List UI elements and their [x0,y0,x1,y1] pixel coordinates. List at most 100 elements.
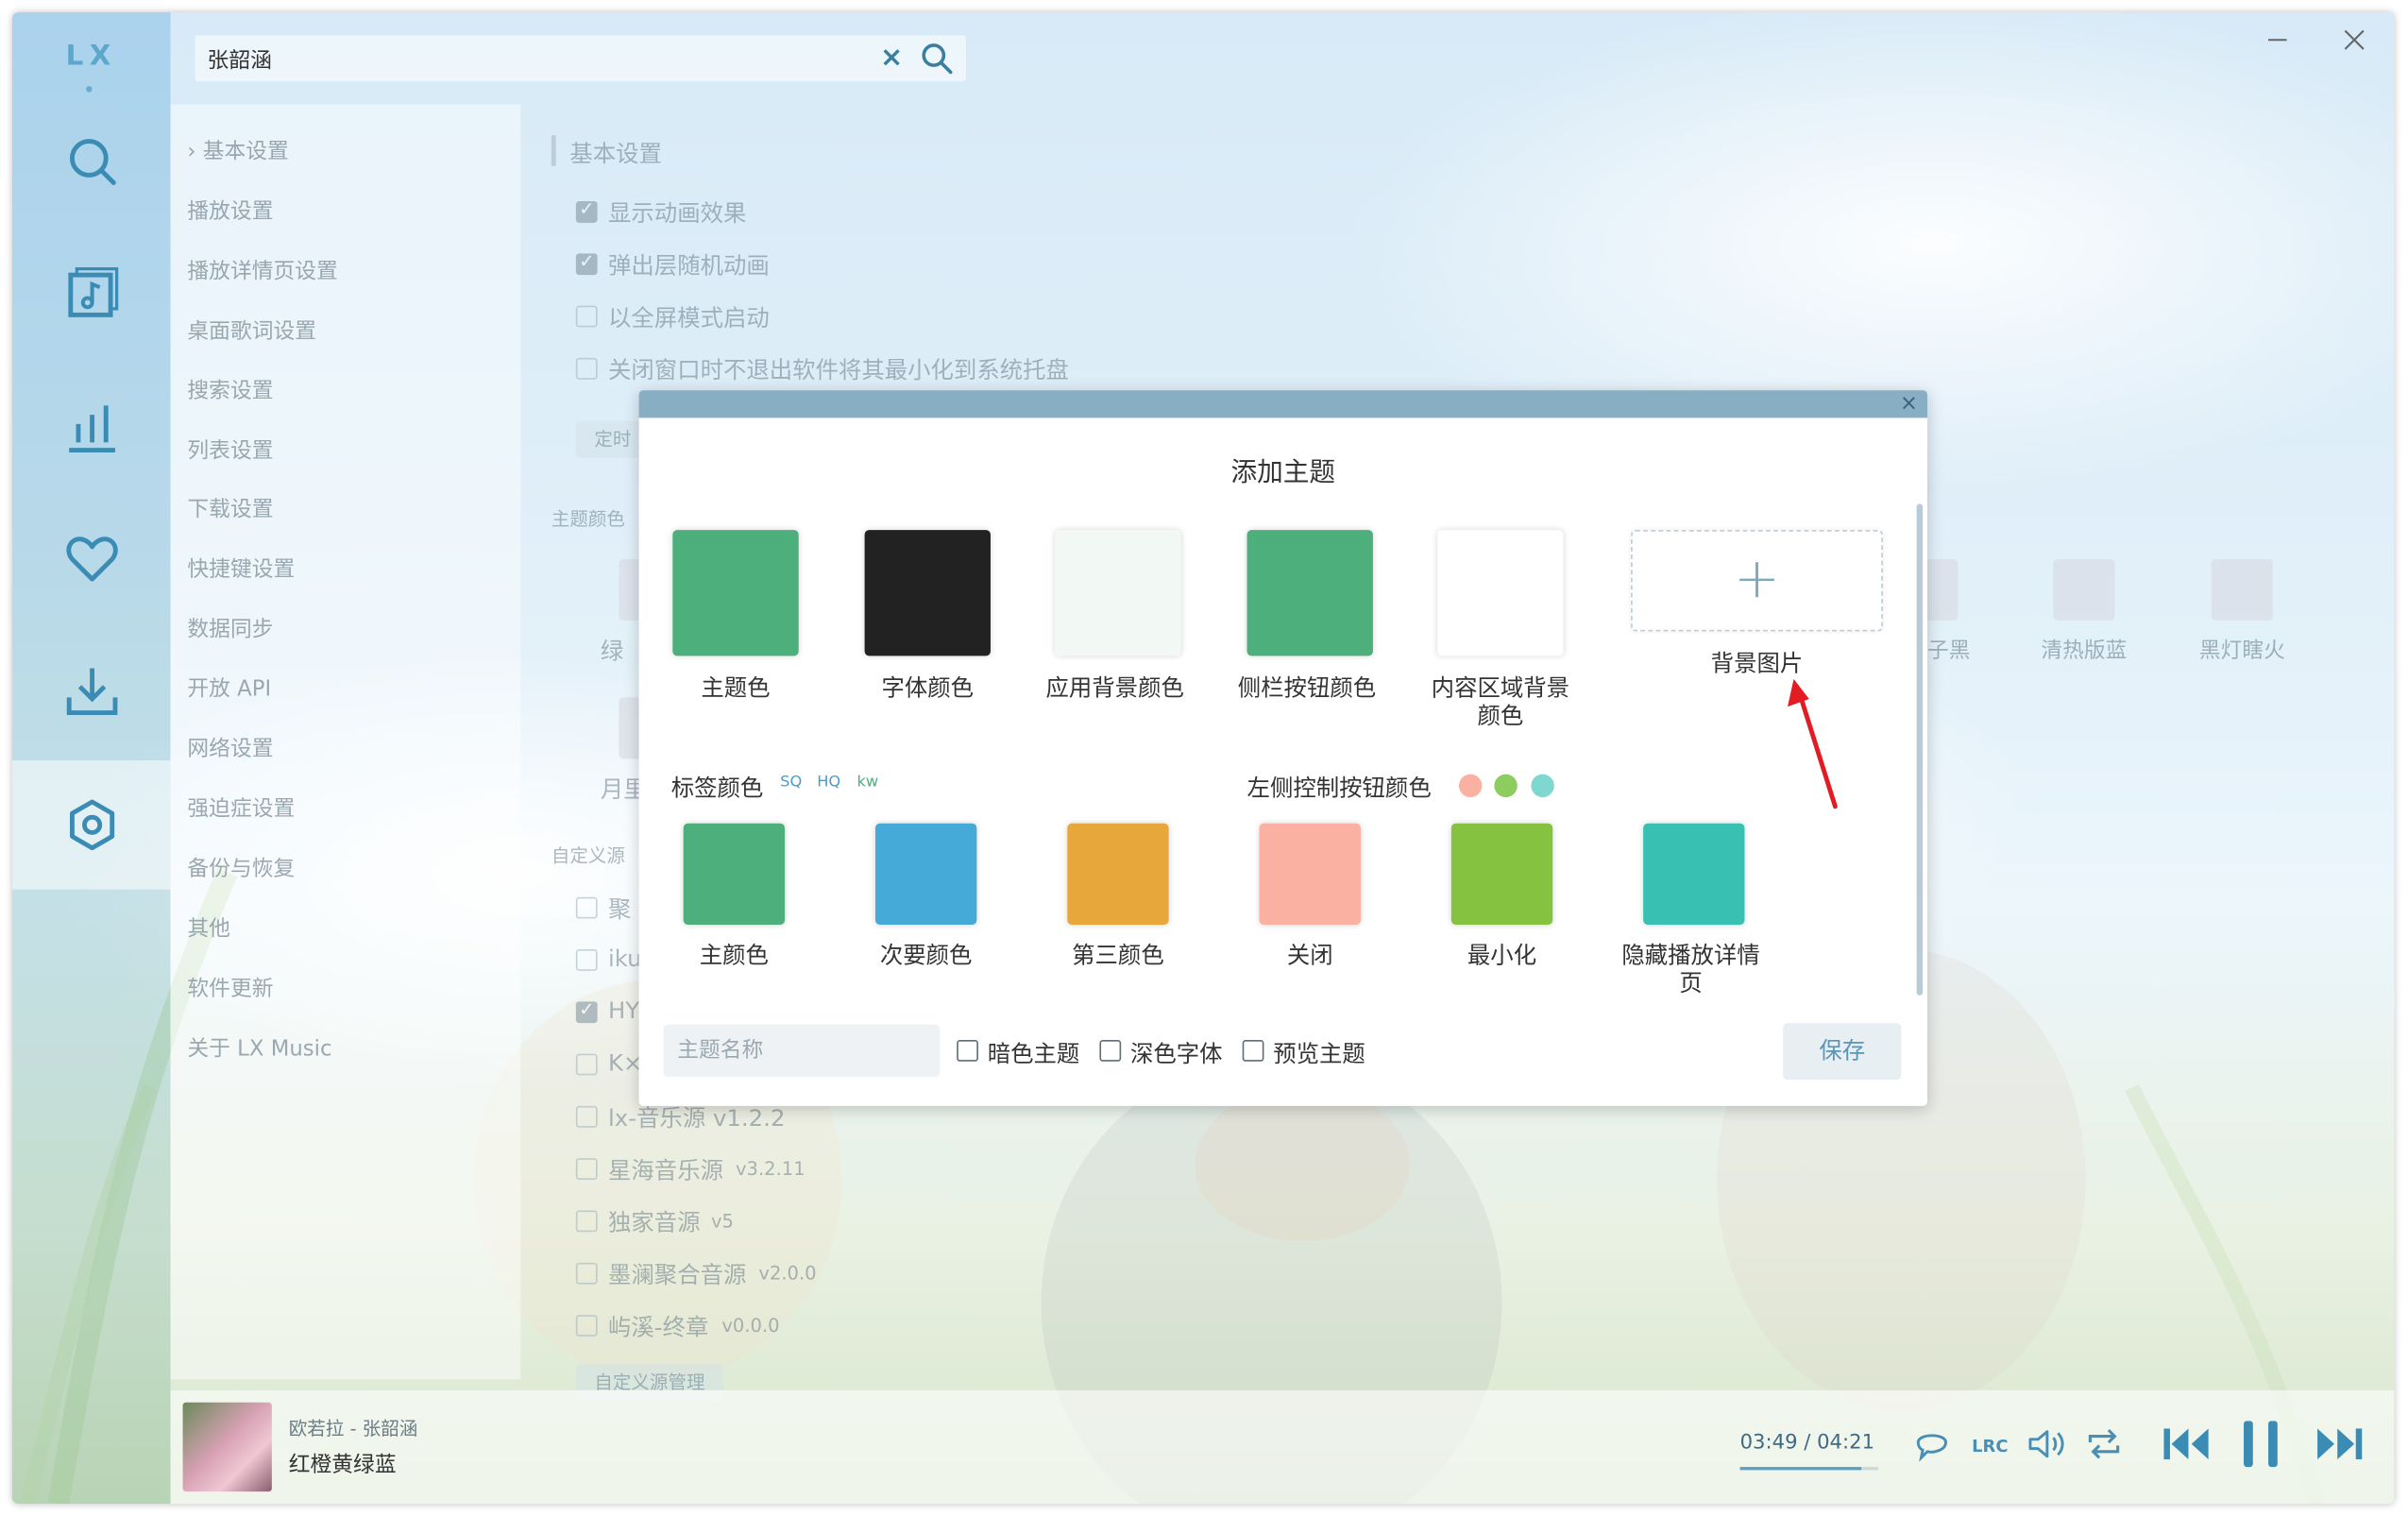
dialog-scrollbar[interactable] [1916,503,1924,996]
source-checkbox[interactable] [575,1315,598,1337]
checkbox-label: 深色字体 [1129,1040,1223,1068]
minimize-color-swatch[interactable] [1450,823,1553,926]
search-input[interactable]: 张韶涵 [208,44,272,76]
option-label: 显示动画效果 [608,199,747,228]
option-label: 关闭窗口时不退出软件将其最小化到系统托盘 [608,356,1069,384]
source-label: 屿溪-终章 [608,1313,709,1341]
settings-nav: › 基本设置 播放设置 播放详情页设置 桌面歌词设置 搜索设置 列表设置 下载设… [170,104,521,1380]
volume-icon[interactable] [2026,1424,2065,1464]
settings-nav-item[interactable]: › 基本设置 [187,135,288,166]
source-checkbox[interactable] [575,1105,598,1128]
option-checkbox[interactable] [575,305,598,328]
dialog-header [638,390,1928,418]
search-icon[interactable] [920,42,954,76]
checkbox-label: 暗色主题 [987,1040,1080,1068]
left-rail: LX [12,12,171,1505]
source-checkbox[interactable] [575,949,598,971]
settings-nav-item[interactable]: 开放 API [187,673,271,704]
add-theme-dialog: × 添加主题 主题色 字体颜色 应用背景颜色 侧栏按钮颜色 内容区域背景颜色 +… [638,390,1928,1106]
settings-nav-item[interactable]: 关于 LX Music [187,1032,331,1064]
control-color-label: 左侧控制按钮颜色 [1246,774,1432,802]
swatch-label: 字体颜色 [881,673,975,703]
source-label: HY [608,996,640,1025]
close-color-swatch[interactable] [1259,823,1361,926]
comment-icon[interactable] [1912,1424,1952,1464]
app-background-swatch[interactable] [1055,530,1181,656]
option-checkbox[interactable] [575,357,598,380]
settings-nav-item[interactable]: 网络设置 [187,733,273,764]
previous-icon[interactable] [2161,1421,2213,1467]
swatch-label: 背景图片 [1710,649,1804,678]
source-checkbox[interactable] [575,998,598,1024]
dark-theme-checkbox[interactable] [957,1040,978,1062]
settings-nav-item[interactable]: 快捷键设置 [187,553,295,584]
settings-nav-item[interactable]: 列表设置 [187,434,273,466]
theme-section-label: 主题颜色 [551,508,625,531]
swatch-label: 侧栏按钮颜色 [1237,673,1377,703]
dark-font-checkbox[interactable] [1099,1040,1122,1062]
swatch-label: 隐藏播放详情页 [1621,941,1760,997]
source-checkbox[interactable] [575,1158,598,1180]
source-checkbox[interactable] [575,896,598,919]
repeat-icon[interactable] [2084,1424,2124,1464]
close-icon[interactable] [2339,25,2370,56]
close-icon[interactable]: × [1896,392,1921,417]
rail-download-button[interactable] [12,627,171,757]
theme-color-swatch[interactable] [672,530,799,656]
settings-nav-item[interactable]: 播放详情页设置 [187,255,337,286]
album-cover[interactable] [182,1402,272,1492]
content-background-swatch[interactable] [1437,530,1564,656]
control-dot-hide [1531,774,1554,798]
rail-songlist-button[interactable] [12,229,171,358]
music-square-icon [67,266,118,317]
settings-nav-item[interactable]: 其他 [187,912,230,944]
source-label: 独家音源 [608,1208,701,1237]
secondary-color-swatch[interactable] [874,823,977,926]
minimize-icon[interactable] [2263,25,2294,56]
rail-leaderboard-button[interactable] [12,363,171,492]
progress-bar[interactable] [1739,1467,1878,1471]
font-color-swatch[interactable] [864,530,991,656]
lyrics-icon[interactable]: LRC [1969,1424,2009,1464]
track-artist: 欧若拉 - 张韶涵 [288,1418,418,1439]
settings-nav-item[interactable]: 数据同步 [187,613,273,644]
search-box[interactable]: 张韶涵 × [195,35,966,82]
control-dot-close [1458,774,1483,798]
settings-nav-item[interactable]: 软件更新 [187,972,273,1003]
background-image-picker[interactable]: + [1631,530,1883,632]
rail-favorites-button[interactable] [12,495,171,624]
theme-name-input[interactable] [663,1024,941,1078]
primary-color-swatch[interactable] [683,823,786,926]
option-checkbox[interactable] [575,198,598,223]
rail-settings-button[interactable] [12,760,171,890]
source-version: v2.0.0 [758,1262,817,1285]
settings-nav-item[interactable]: 下载设置 [187,493,273,524]
settings-nav-item[interactable]: 搜索设置 [187,375,273,406]
source-label: iku [608,945,642,973]
preview-theme-checkbox[interactable] [1242,1040,1264,1062]
progress-fill [1739,1467,1861,1471]
source-checkbox[interactable] [575,1053,598,1076]
plus-icon: + [1733,548,1781,612]
tertiary-color-swatch[interactable] [1067,823,1169,926]
settings-nav-item[interactable]: 备份与恢复 [187,853,295,884]
pause-icon[interactable] [2238,1418,2284,1470]
theme-label: 清热版蓝 [2041,639,2128,664]
settings-nav-item[interactable]: 强迫症设置 [187,792,295,824]
settings-nav-item[interactable]: 播放设置 [187,196,273,227]
save-button[interactable]: 保存 [1783,1023,1902,1081]
rail-search-button[interactable] [12,96,171,226]
hide-detail-color-swatch[interactable] [1643,823,1745,926]
next-icon[interactable] [2313,1421,2365,1467]
sidebar-button-swatch[interactable] [1246,530,1373,656]
theme-swatch[interactable] [2053,558,2115,622]
option-checkbox[interactable] [575,250,598,276]
source-label: lx-音乐源 v1.2.2 [608,1104,786,1133]
section-marker [551,135,556,166]
source-checkbox[interactable] [575,1262,598,1285]
theme-swatch[interactable] [2211,558,2273,622]
settings-nav-item[interactable]: 桌面歌词设置 [187,315,316,346]
track-time: 03:49 / 04:21 [1739,1431,1875,1456]
source-checkbox[interactable] [575,1210,598,1233]
clear-icon[interactable]: × [880,42,904,74]
